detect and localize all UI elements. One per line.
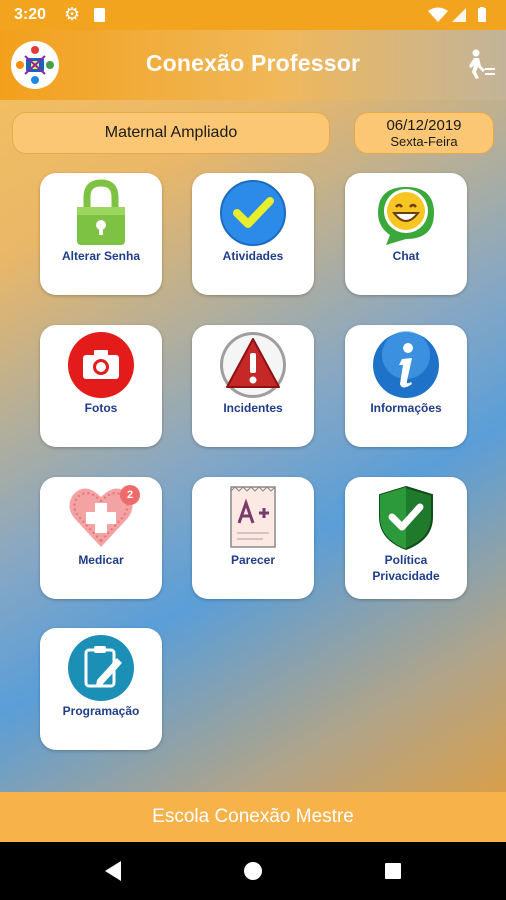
home-icon [244,862,262,880]
tile-label: Programação [62,704,140,718]
tile-label-line1: Política [384,553,428,567]
notification-badge: 2 [120,485,140,505]
sd-card-icon [94,8,105,22]
tile-label: Medicar [78,553,124,567]
chat-smiley-icon [378,187,434,245]
grade-paper-icon [230,486,276,548]
date-text: 06/12/2019 [386,117,462,134]
date-box: 06/12/2019 Sexta-Feira [354,112,494,154]
lock-icon [77,179,125,245]
recents-icon [385,863,401,879]
checkmark-circle-icon [220,180,286,246]
tile-label: Informações [370,401,442,415]
tile-programacao[interactable]: Programação [40,628,162,750]
tile-informacoes[interactable]: Informações [345,325,467,447]
clipboard-edit-icon [68,635,134,701]
weekday-text: Sexta-Feira [390,134,458,149]
tile-incidentes[interactable]: Incidentes [192,325,314,447]
camera-icon [68,332,134,398]
status-time: 3:20 [14,6,47,23]
back-button[interactable] [83,842,143,900]
home-button[interactable] [223,842,283,900]
exit-person-icon [469,49,495,79]
tile-chat[interactable]: Chat [345,173,467,295]
tile-label: Parecer [230,553,276,567]
tile-medicar[interactable]: 2 Medicar [40,477,162,599]
recents-button[interactable] [363,842,423,900]
status-icons [428,7,486,22]
status-bar: 3:20 ⚙ [0,0,506,30]
app-title: Conexão Professor [145,50,361,76]
tile-atividades[interactable]: Atividades [192,173,314,295]
signal-icon [452,8,466,22]
tile-politica-privacidade[interactable]: Política Privacidade [345,477,467,599]
class-selector[interactable]: Maternal Ampliado [12,112,330,154]
app-bar: Conexão Professor [0,30,506,100]
tile-parecer[interactable]: Parecer [192,477,314,599]
gear-icon: ⚙ [64,4,81,24]
tile-label: Política Privacidade [349,552,463,584]
tile-alterar-senha[interactable]: Alterar Senha [40,173,162,295]
tile-label: Alterar Senha [61,249,141,263]
nav-bar [0,842,506,900]
tile-label-line2: Privacidade [372,569,440,583]
tile-label: Fotos [84,401,118,415]
shield-check-icon [379,485,433,551]
wifi-icon [428,7,448,22]
app-screen: 3:20 ⚙ Conexão Professor Maternal Amplia… [0,0,506,900]
warning-icon [220,332,286,398]
school-footer: Escola Conexão Mestre [0,792,506,842]
tile-label: Chat [392,249,420,263]
tile-label: Incidentes [223,401,283,415]
tile-fotos[interactable]: Fotos [40,325,162,447]
battery-icon [478,8,486,22]
tile-label: Atividades [222,249,284,263]
info-icon [373,331,439,398]
back-icon [105,861,121,881]
exit-button[interactable] [466,48,496,80]
